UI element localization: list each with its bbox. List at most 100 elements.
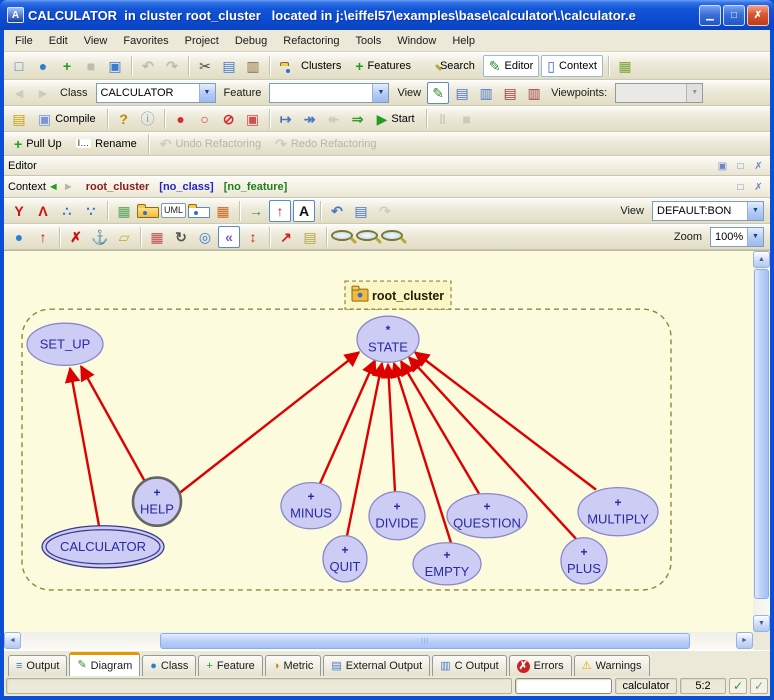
context-forward-icon[interactable]: ► [63,181,74,193]
start-button[interactable]: ▶Start [371,108,421,130]
view-editor-icon[interactable]: ✎ [427,82,449,104]
new-class-node-icon[interactable]: ● [8,226,30,248]
create-inheritance-link-icon[interactable]: ↑ [269,200,291,222]
class-node-minus[interactable]: +MINUS [281,483,341,529]
rotate-90-icon[interactable]: ↻ [170,226,192,248]
scroll-down-button[interactable]: ▼ [753,615,770,632]
class-node-set_up[interactable]: SET_UP [27,323,103,365]
diagram-undo-icon[interactable]: ↶ [326,200,348,222]
menu-file[interactable]: File [7,32,41,50]
menu-view[interactable]: View [76,32,116,50]
undo-refactoring-button[interactable]: ↶Undo Refactoring [154,133,267,155]
diagram-svg[interactable]: root_clusterSET_UP*STATE+HELPCALCULATOR+… [4,251,753,632]
zoom-out-icon[interactable] [381,230,403,241]
clusters-button[interactable]: Clusters [275,55,347,77]
menu-refactoring[interactable]: Refactoring [275,32,347,50]
menu-debug[interactable]: Debug [227,32,275,50]
link-help-to-state[interactable] [180,352,359,492]
compile-button[interactable]: ▣Compile [32,108,102,130]
link-help-to-set_up[interactable] [81,366,145,481]
breakpoints-enable-icon[interactable]: ● [170,108,192,130]
erase-icon[interactable]: ▱ [113,226,135,248]
menu-favorites[interactable]: Favorites [115,32,176,50]
toggle-bubbles-icon[interactable]: ◎ [194,226,216,248]
editor-toggle-button[interactable]: ✎Editor [483,55,539,77]
context-cluster[interactable]: root_cluster [86,181,150,193]
new-inheritance-node-icon[interactable]: ↑ [32,226,54,248]
view-flat-icon[interactable]: ▥ [475,82,497,104]
paste-icon[interactable]: ▥ [242,55,264,77]
horizontal-scrollbar[interactable]: ◄ ||| ► [4,632,753,650]
class-node-divide[interactable]: +DIVIDE [369,492,425,540]
step-into-icon[interactable]: ↠ [299,108,321,130]
close-pane-icon[interactable]: ✗ [751,159,766,174]
align-nodes-icon[interactable]: ↕ [242,226,264,248]
cluster-label[interactable]: root_cluster [345,281,451,309]
diagram-canvas[interactable]: root_clusterSET_UP*STATE+HELPCALCULATOR+… [4,250,770,650]
fan-out-links-icon[interactable]: « [218,226,240,248]
supplier-links-icon[interactable]: ∴ [56,200,78,222]
step-out-icon[interactable]: ↞ [323,108,345,130]
new-document-icon[interactable]: □ [8,55,30,77]
tab-feature[interactable]: +Feature [198,655,262,676]
view-contract-icon[interactable]: ▤ [499,82,521,104]
zoom-combo[interactable]: 100%▼ [710,227,764,247]
create-client-link-icon[interactable]: → [245,200,267,222]
scroll-right-button[interactable]: ► [736,632,753,649]
redo-refactoring-button[interactable]: ↷Redo Refactoring [269,133,382,155]
fill-colors-icon[interactable]: ▦ [146,226,168,248]
maximize-pane-icon[interactable]: □ [733,159,748,174]
class-node-multiply[interactable]: +MULTIPLY [578,488,658,536]
vertical-scroll-thumb[interactable] [754,269,769,599]
diagram-view-combo-dropdown-icon[interactable]: ▼ [747,202,763,220]
run-ignore-breakpoints-icon[interactable]: ⇒ [347,108,369,130]
search-button[interactable]: Search [419,55,481,77]
views-window-icon[interactable]: ▦ [212,200,234,222]
class-combo[interactable]: CALCULATOR▼ [96,83,216,103]
menu-project[interactable]: Project [177,32,227,50]
step-over-icon[interactable]: ↦ [275,108,297,130]
class-combo-dropdown-icon[interactable]: ▼ [199,84,215,102]
class-node-calculator[interactable]: CALCULATOR [42,526,164,568]
breakpoints-remove-icon[interactable]: ⊘ [218,108,240,130]
horizontal-scroll-thumb[interactable]: ||| [160,633,690,649]
project-settings-icon[interactable]: ▤ [8,108,30,130]
menu-tools[interactable]: Tools [348,32,390,50]
tab-external-output[interactable]: ▤External Output [323,655,430,676]
compile-ok-icon[interactable]: ✓ [729,678,747,694]
diagram-redo-icon[interactable]: ↷ [374,200,396,222]
copy-icon[interactable]: ▤ [218,55,240,77]
zoom-fit-icon[interactable] [356,230,378,241]
features-button[interactable]: +Features [349,55,417,77]
new-class-icon[interactable]: ● [32,55,54,77]
tab-metric[interactable]: ◑Metric [265,655,322,676]
maximize-pane-icon[interactable]: □ [733,180,748,195]
tab-c-output[interactable]: ▥C Output [432,655,506,676]
redo-icon[interactable]: ↷ [161,55,183,77]
history-back-icon[interactable]: ◄ [8,82,30,104]
link-divide-to-state[interactable] [388,364,395,491]
add-note-icon[interactable]: ▤ [299,226,321,248]
class-node-state[interactable]: *STATE [357,316,419,362]
view-interface-icon[interactable]: ▥ [523,82,545,104]
class-node-quit[interactable]: +QUIT [323,536,367,582]
title-bar[interactable]: A CALCULATOR in cluster root_cluster loc… [0,0,774,30]
save-all-icon[interactable]: ▣ [104,55,126,77]
cut-icon[interactable]: ✂ [194,55,216,77]
feature-combo[interactable]: ▼ [269,83,389,103]
scroll-up-button[interactable]: ▲ [753,251,770,268]
minimize-button[interactable]: ▁ [699,5,721,26]
menu-window[interactable]: Window [389,32,444,50]
uml-view-icon[interactable]: UML [161,203,186,218]
tab-diagram[interactable]: ✎Diagram [69,652,140,676]
external-editor-icon[interactable]: ▦ [614,55,636,77]
save-icon[interactable]: ■ [80,55,102,77]
pull-up-button[interactable]: +Pull Up [8,133,68,155]
class-node-plus[interactable]: +PLUS [561,538,607,584]
add-item-icon[interactable]: + [56,55,78,77]
history-forward-icon[interactable]: ► [32,82,54,104]
client-links-icon[interactable]: ∵ [80,200,102,222]
menu-edit[interactable]: Edit [41,32,76,50]
maximize-button[interactable]: □ [723,5,745,26]
text-labels-icon[interactable]: A [293,200,315,222]
